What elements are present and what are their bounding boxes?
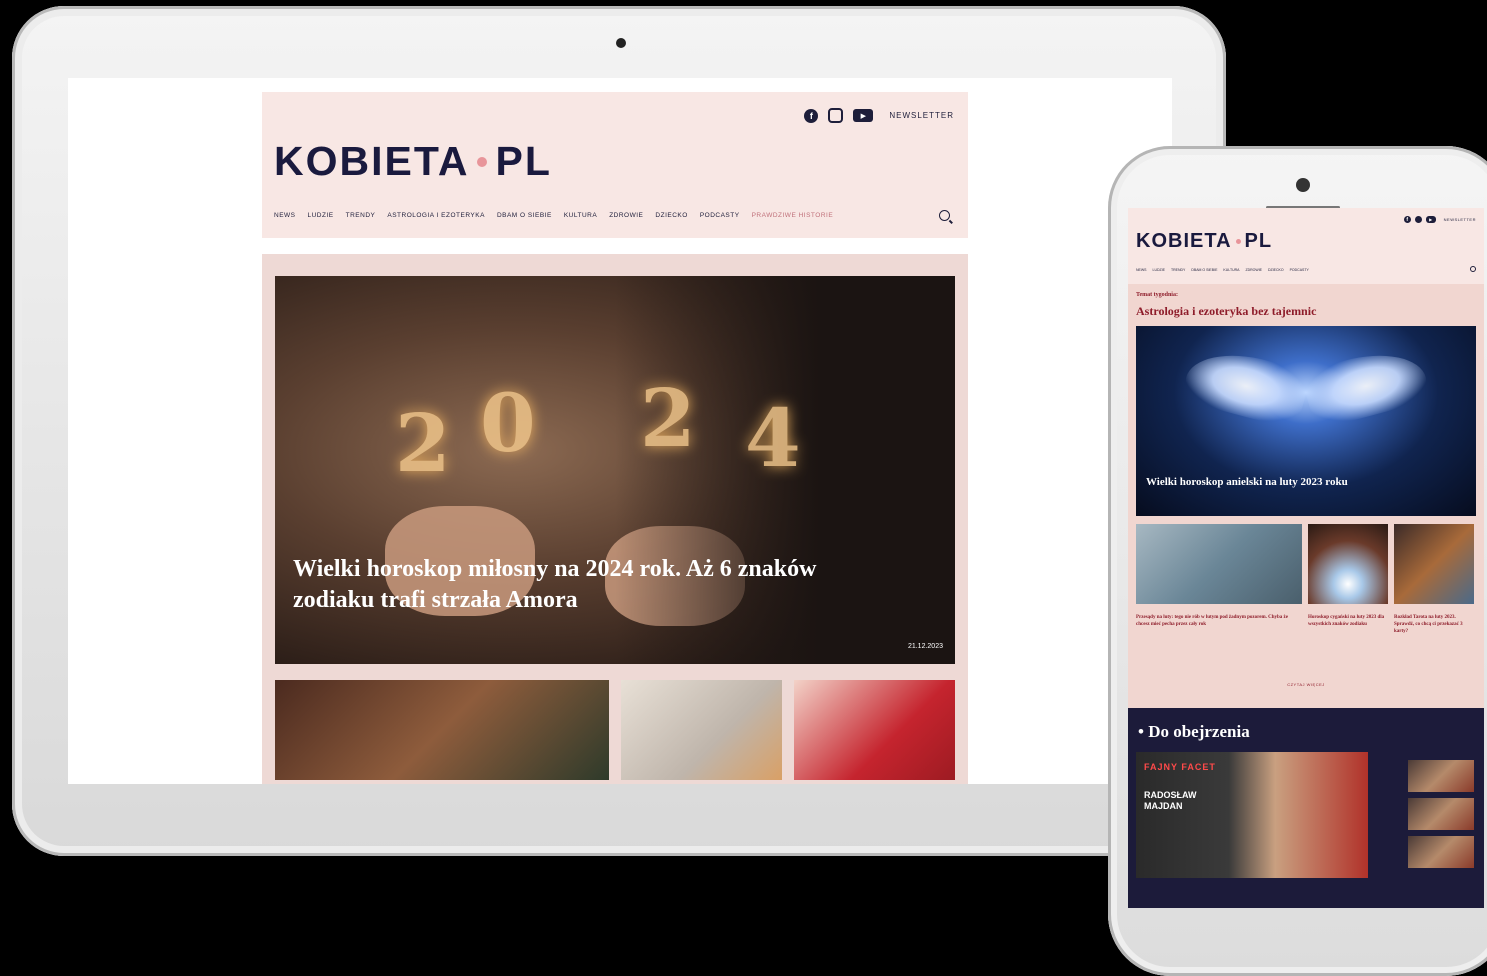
social-links: f ▶ NEWSLETTER: [804, 108, 954, 123]
article-thumbnail[interactable]: [621, 680, 782, 780]
video-player[interactable]: FAJNY FACET RADOSŁAW MAJDAN: [1136, 752, 1368, 878]
phone-camera: [1296, 178, 1310, 192]
hero-article[interactable]: 2 0 2 4 Wielki horoskop miłosny na 2024 …: [275, 276, 955, 664]
phone-newsletter-link[interactable]: NEWSLETTER: [1444, 217, 1476, 222]
phone-nav-item[interactable]: DBAM O SIEBIE: [1191, 268, 1217, 272]
tablet-camera: [616, 38, 626, 48]
nav-item-ludzie[interactable]: LUDZIE: [308, 212, 334, 219]
angel-wing-left: [1180, 341, 1312, 431]
site-header: f ▶ NEWSLETTER KOBIETA PL NEWS LUDZIE TR…: [262, 92, 968, 238]
logo-dot: [477, 156, 488, 167]
tablet-content: 2 0 2 4 Wielki horoskop miłosny na 2024 …: [262, 254, 968, 784]
sparkler-digit: 4: [745, 391, 801, 485]
phone-nav-item[interactable]: ZDROWIE: [1245, 268, 1262, 272]
logo-dot: [1235, 239, 1241, 244]
sparkler-digit: 2: [395, 396, 451, 490]
logo-text-left: KOBIETA: [1136, 230, 1232, 252]
phone-nav: NEWS LUDZIE TRENDY DBAM O SIEBIE KULTURA…: [1136, 268, 1309, 272]
phone-hero-title[interactable]: Wielki horoskop anielski na luty 2023 ro…: [1146, 476, 1348, 488]
video-brand: FAJNY FACET: [1144, 762, 1216, 772]
tablet-device: f ▶ NEWSLETTER KOBIETA PL NEWS LUDZIE TR…: [12, 6, 1226, 856]
phone-screen: f ▶ NEWSLETTER KOBIETA PL NEWS LUDZIE TR…: [1128, 208, 1484, 908]
youtube-icon[interactable]: ▶: [1425, 216, 1436, 223]
phone-nav-item[interactable]: NEWS: [1136, 268, 1147, 272]
search-icon[interactable]: [939, 210, 950, 221]
newsletter-link[interactable]: NEWSLETTER: [889, 111, 954, 120]
facebook-icon[interactable]: f: [804, 108, 819, 123]
article-caption[interactable]: Rozkład Tarota na luty 2023. Sprawdź, co…: [1394, 614, 1474, 635]
phone-hero-article[interactable]: Wielki horoskop anielski na luty 2023 ro…: [1136, 326, 1476, 516]
phone-site-header: f ▶ NEWSLETTER KOBIETA PL NEWS LUDZIE TR…: [1128, 208, 1484, 284]
nav-item-news[interactable]: NEWS: [274, 212, 296, 219]
article-thumbnail[interactable]: [1308, 524, 1388, 604]
nav-item-kultura[interactable]: KULTURA: [564, 212, 597, 219]
nav-item-dbam-o-siebie[interactable]: DBAM O SIEBIE: [497, 212, 552, 219]
tablet-screen: f ▶ NEWSLETTER KOBIETA PL NEWS LUDZIE TR…: [68, 78, 1172, 784]
sparkler-digit: 0: [480, 376, 536, 470]
logo-text-right: PL: [1244, 230, 1273, 252]
video-guest: RADOSŁAW MAJDAN: [1144, 790, 1197, 811]
phone-nav-item[interactable]: PODCASTY: [1290, 268, 1309, 272]
nav-item-podcasty[interactable]: PODCASTY: [700, 212, 740, 219]
facebook-icon[interactable]: f: [1403, 216, 1411, 223]
article-caption[interactable]: Przesądy na luty: tego nie rób w lutym p…: [1136, 614, 1302, 635]
youtube-icon[interactable]: ▶: [853, 109, 874, 122]
phone-captions: Przesądy na luty: tego nie rób w lutym p…: [1136, 614, 1476, 635]
article-thumbnails: [275, 680, 955, 780]
read-more-link[interactable]: CZYTAJ WIĘCEJ: [1128, 682, 1484, 687]
topic-title[interactable]: Astrologia i ezoteryka bez tajemnic: [1136, 304, 1316, 319]
video-thumbnail[interactable]: [1408, 836, 1474, 868]
video-sidebar: [1408, 760, 1474, 868]
phone-nav-item[interactable]: LUDZIE: [1153, 268, 1165, 272]
nav-item-zdrowie[interactable]: ZDROWIE: [609, 212, 643, 219]
phone-nav-item[interactable]: DZIECKO: [1268, 268, 1284, 272]
article-thumbnail[interactable]: [1394, 524, 1474, 604]
hero-title[interactable]: Wielki horoskop miłosny na 2024 rok. Aż …: [293, 554, 893, 616]
logo-text-left: KOBIETA: [274, 138, 470, 184]
phone-nav-item[interactable]: TRENDY: [1171, 268, 1185, 272]
angel-wing-right: [1300, 341, 1432, 431]
topic-label: Temat tygodnia:: [1136, 292, 1178, 298]
hero-date: 21.12.2023: [907, 643, 943, 650]
nav-item-astrologia[interactable]: ASTROLOGIA I EZOTERYKA: [387, 212, 485, 219]
video-section-title: • Do obejrzenia: [1138, 722, 1250, 741]
search-icon[interactable]: [1470, 266, 1476, 272]
sparkler-digit: 2: [640, 371, 696, 465]
phone-nav-item[interactable]: KULTURA: [1223, 268, 1239, 272]
nav-item-dziecko[interactable]: DZIECKO: [655, 212, 687, 219]
instagram-icon[interactable]: [1414, 216, 1422, 223]
tablet-page: f ▶ NEWSLETTER KOBIETA PL NEWS LUDZIE TR…: [262, 92, 968, 784]
nav-item-trendy[interactable]: TRENDY: [346, 212, 376, 219]
phone-content: Temat tygodnia: Astrologia i ezoteryka b…: [1128, 284, 1484, 708]
phone-thumbnails: [1136, 524, 1474, 604]
phone-site-logo[interactable]: KOBIETA PL: [1136, 230, 1272, 253]
main-nav: NEWS LUDZIE TRENDY ASTROLOGIA I EZOTERYK…: [274, 212, 833, 219]
logo-text-right: PL: [495, 138, 552, 184]
phone-device: f ▶ NEWSLETTER KOBIETA PL NEWS LUDZIE TR…: [1108, 146, 1487, 976]
article-thumbnail[interactable]: [794, 680, 955, 780]
instagram-icon[interactable]: [828, 108, 844, 123]
phone-social-links: f ▶ NEWSLETTER: [1403, 216, 1476, 223]
nav-item-prawdziwe-historie[interactable]: PRAWDZIWE HISTORIE: [752, 212, 834, 219]
video-thumbnail[interactable]: [1408, 760, 1474, 792]
article-thumbnail[interactable]: [1136, 524, 1302, 604]
video-section: • Do obejrzenia FAJNY FACET RADOSŁAW MAJ…: [1128, 708, 1484, 908]
article-thumbnail[interactable]: [275, 680, 609, 780]
article-caption[interactable]: Horoskop cygański na luty 2023 dla wszys…: [1308, 614, 1388, 635]
site-logo[interactable]: KOBIETA PL: [274, 138, 552, 185]
video-thumbnail[interactable]: [1408, 798, 1474, 830]
